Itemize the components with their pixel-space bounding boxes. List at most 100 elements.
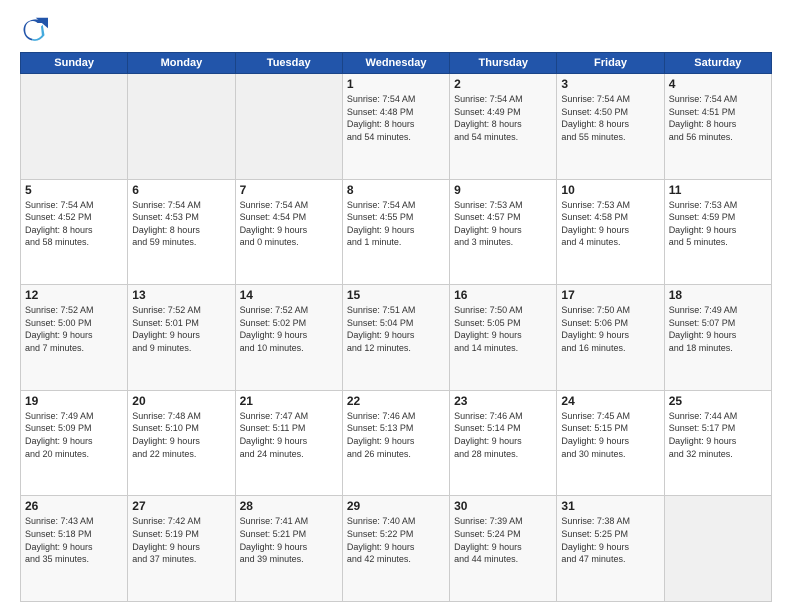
day-number: 4: [669, 77, 767, 91]
day-info: Sunrise: 7:42 AM Sunset: 5:19 PM Dayligh…: [132, 515, 230, 565]
calendar-cell: 22 Sunrise: 7:46 AM Sunset: 5:13 PM Dayli…: [342, 390, 449, 496]
calendar-cell: 29 Sunrise: 7:40 AM Sunset: 5:22 PM Dayli…: [342, 496, 449, 602]
day-number: 2: [454, 77, 552, 91]
calendar-cell: 19 Sunrise: 7:49 AM Sunset: 5:09 PM Dayli…: [21, 390, 128, 496]
day-number: 12: [25, 288, 123, 302]
day-number: 6: [132, 183, 230, 197]
day-number: 27: [132, 499, 230, 513]
calendar-cell: 16 Sunrise: 7:50 AM Sunset: 5:05 PM Dayli…: [450, 285, 557, 391]
calendar-cell: 6 Sunrise: 7:54 AM Sunset: 4:53 PM Daylig…: [128, 179, 235, 285]
day-number: 29: [347, 499, 445, 513]
day-info: Sunrise: 7:54 AM Sunset: 4:50 PM Dayligh…: [561, 93, 659, 143]
day-info: Sunrise: 7:54 AM Sunset: 4:49 PM Dayligh…: [454, 93, 552, 143]
weekday-sunday: Sunday: [21, 53, 128, 74]
day-info: Sunrise: 7:47 AM Sunset: 5:11 PM Dayligh…: [240, 410, 338, 460]
day-info: Sunrise: 7:50 AM Sunset: 5:06 PM Dayligh…: [561, 304, 659, 354]
calendar-cell: 9Sunrise: 7:53 AM Sunset: 4:57 PM Daylig…: [450, 179, 557, 285]
weekday-friday: Friday: [557, 53, 664, 74]
day-info: Sunrise: 7:52 AM Sunset: 5:02 PM Dayligh…: [240, 304, 338, 354]
day-info: Sunrise: 7:46 AM Sunset: 5:14 PM Dayligh…: [454, 410, 552, 460]
day-info: Sunrise: 7:53 AM Sunset: 4:58 PM Dayligh…: [561, 199, 659, 249]
header: [20, 16, 772, 44]
day-number: 28: [240, 499, 338, 513]
day-number: 9: [454, 183, 552, 197]
logo-icon: [20, 16, 48, 44]
day-info: Sunrise: 7:39 AM Sunset: 5:24 PM Dayligh…: [454, 515, 552, 565]
day-info: Sunrise: 7:54 AM Sunset: 4:53 PM Dayligh…: [132, 199, 230, 249]
week-row-2: 5Sunrise: 7:54 AM Sunset: 4:52 PM Daylig…: [21, 179, 772, 285]
day-info: Sunrise: 7:52 AM Sunset: 5:01 PM Dayligh…: [132, 304, 230, 354]
day-info: Sunrise: 7:48 AM Sunset: 5:10 PM Dayligh…: [132, 410, 230, 460]
day-number: 23: [454, 394, 552, 408]
calendar-cell: 26 Sunrise: 7:43 AM Sunset: 5:18 PM Dayli…: [21, 496, 128, 602]
week-row-4: 19 Sunrise: 7:49 AM Sunset: 5:09 PM Dayli…: [21, 390, 772, 496]
day-number: 14: [240, 288, 338, 302]
weekday-thursday: Thursday: [450, 53, 557, 74]
calendar-cell: 12 Sunrise: 7:52 AM Sunset: 5:00 PM Dayli…: [21, 285, 128, 391]
day-number: 17: [561, 288, 659, 302]
day-number: 26: [25, 499, 123, 513]
day-info: Sunrise: 7:43 AM Sunset: 5:18 PM Dayligh…: [25, 515, 123, 565]
day-number: 10: [561, 183, 659, 197]
calendar-cell: 4 Sunrise: 7:54 AM Sunset: 4:51 PM Daylig…: [664, 74, 771, 180]
day-info: Sunrise: 7:54 AM Sunset: 4:48 PM Dayligh…: [347, 93, 445, 143]
weekday-monday: Monday: [128, 53, 235, 74]
calendar-cell: 10 Sunrise: 7:53 AM Sunset: 4:58 PM Dayli…: [557, 179, 664, 285]
calendar-cell: 20 Sunrise: 7:48 AM Sunset: 5:10 PM Dayli…: [128, 390, 235, 496]
day-number: 8: [347, 183, 445, 197]
calendar-cell: 25Sunrise: 7:44 AM Sunset: 5:17 PM Dayli…: [664, 390, 771, 496]
calendar-cell: 17 Sunrise: 7:50 AM Sunset: 5:06 PM Dayli…: [557, 285, 664, 391]
day-number: 22: [347, 394, 445, 408]
day-number: 19: [25, 394, 123, 408]
day-number: 21: [240, 394, 338, 408]
week-row-3: 12 Sunrise: 7:52 AM Sunset: 5:00 PM Dayli…: [21, 285, 772, 391]
calendar-cell: 27 Sunrise: 7:42 AM Sunset: 5:19 PM Dayli…: [128, 496, 235, 602]
calendar-cell: 5Sunrise: 7:54 AM Sunset: 4:52 PM Daylig…: [21, 179, 128, 285]
calendar-cell: 2 Sunrise: 7:54 AM Sunset: 4:49 PM Daylig…: [450, 74, 557, 180]
calendar-cell: 28 Sunrise: 7:41 AM Sunset: 5:21 PM Dayli…: [235, 496, 342, 602]
weekday-tuesday: Tuesday: [235, 53, 342, 74]
day-info: Sunrise: 7:41 AM Sunset: 5:21 PM Dayligh…: [240, 515, 338, 565]
day-number: 13: [132, 288, 230, 302]
weekday-wednesday: Wednesday: [342, 53, 449, 74]
day-info: Sunrise: 7:45 AM Sunset: 5:15 PM Dayligh…: [561, 410, 659, 460]
day-number: 7: [240, 183, 338, 197]
page: SundayMondayTuesdayWednesdayThursdayFrid…: [0, 0, 792, 612]
day-info: Sunrise: 7:54 AM Sunset: 4:54 PM Dayligh…: [240, 199, 338, 249]
calendar-cell: 1 Sunrise: 7:54 AM Sunset: 4:48 PM Daylig…: [342, 74, 449, 180]
calendar-cell: 8Sunrise: 7:54 AM Sunset: 4:55 PM Daylig…: [342, 179, 449, 285]
calendar-cell: 7 Sunrise: 7:54 AM Sunset: 4:54 PM Daylig…: [235, 179, 342, 285]
calendar-cell: 15 Sunrise: 7:51 AM Sunset: 5:04 PM Dayli…: [342, 285, 449, 391]
day-number: 15: [347, 288, 445, 302]
day-number: 24: [561, 394, 659, 408]
day-number: 5: [25, 183, 123, 197]
calendar-cell: 30Sunrise: 7:39 AM Sunset: 5:24 PM Dayli…: [450, 496, 557, 602]
day-info: Sunrise: 7:50 AM Sunset: 5:05 PM Dayligh…: [454, 304, 552, 354]
day-number: 1: [347, 77, 445, 91]
day-info: Sunrise: 7:54 AM Sunset: 4:51 PM Dayligh…: [669, 93, 767, 143]
week-row-1: 1 Sunrise: 7:54 AM Sunset: 4:48 PM Daylig…: [21, 74, 772, 180]
calendar-cell: 31Sunrise: 7:38 AM Sunset: 5:25 PM Dayli…: [557, 496, 664, 602]
day-number: 18: [669, 288, 767, 302]
day-info: Sunrise: 7:52 AM Sunset: 5:00 PM Dayligh…: [25, 304, 123, 354]
day-number: 11: [669, 183, 767, 197]
calendar-cell: [21, 74, 128, 180]
day-number: 3: [561, 77, 659, 91]
day-info: Sunrise: 7:46 AM Sunset: 5:13 PM Dayligh…: [347, 410, 445, 460]
weekday-header-row: SundayMondayTuesdayWednesdayThursdayFrid…: [21, 53, 772, 74]
calendar-cell: 13 Sunrise: 7:52 AM Sunset: 5:01 PM Dayli…: [128, 285, 235, 391]
day-info: Sunrise: 7:53 AM Sunset: 4:59 PM Dayligh…: [669, 199, 767, 249]
day-info: Sunrise: 7:49 AM Sunset: 5:09 PM Dayligh…: [25, 410, 123, 460]
calendar-cell: 21 Sunrise: 7:47 AM Sunset: 5:11 PM Dayli…: [235, 390, 342, 496]
calendar-cell: 18Sunrise: 7:49 AM Sunset: 5:07 PM Dayli…: [664, 285, 771, 391]
day-number: 31: [561, 499, 659, 513]
day-info: Sunrise: 7:40 AM Sunset: 5:22 PM Dayligh…: [347, 515, 445, 565]
day-number: 20: [132, 394, 230, 408]
day-info: Sunrise: 7:51 AM Sunset: 5:04 PM Dayligh…: [347, 304, 445, 354]
calendar-cell: 3 Sunrise: 7:54 AM Sunset: 4:50 PM Daylig…: [557, 74, 664, 180]
calendar-cell: [235, 74, 342, 180]
day-number: 16: [454, 288, 552, 302]
calendar-table: SundayMondayTuesdayWednesdayThursdayFrid…: [20, 52, 772, 602]
week-row-5: 26 Sunrise: 7:43 AM Sunset: 5:18 PM Dayli…: [21, 496, 772, 602]
calendar-cell: [664, 496, 771, 602]
